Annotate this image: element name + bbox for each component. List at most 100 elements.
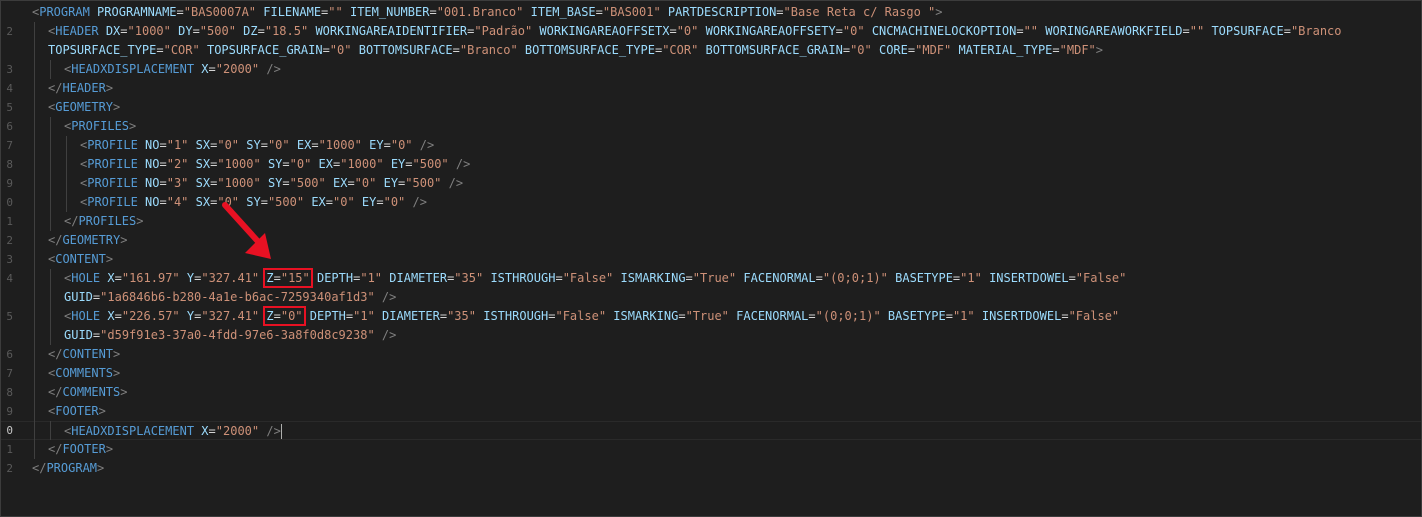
attribute-name: NO: [145, 157, 160, 171]
indent-guide: [50, 60, 51, 79]
code-line[interactable]: <PROFILE NO="2" SX="1000" SY="0" EX="100…: [32, 155, 470, 174]
indent-guide: [50, 421, 51, 440]
code-line[interactable]: </COMMENTS>: [32, 383, 127, 402]
line-number: 5: [6, 310, 13, 323]
code-text: =: [322, 43, 330, 57]
tag-name: COMMENTS: [62, 385, 121, 399]
tag-name: HEADXDISPLACEMENT: [71, 424, 195, 438]
code-text: =: [347, 176, 355, 190]
tag-name: PROFILE: [87, 138, 138, 152]
attribute-name: EY: [383, 176, 399, 190]
line-number: 2: [6, 234, 13, 247]
indent-guide: [50, 269, 51, 345]
tag-name: PROGRAM: [39, 5, 90, 19]
attribute-value: "1": [353, 309, 375, 323]
code-line[interactable]: <FOOTER>: [32, 402, 106, 421]
attribute-name: TOPSURFACE: [1211, 24, 1284, 38]
code-line[interactable]: <HEADXDISPLACEMENT X="2000" />: [1, 421, 1421, 440]
code-line[interactable]: <HEADXDISPLACEMENT X="2000" />: [32, 60, 281, 79]
code-line[interactable]: <COMMENTS>: [32, 364, 120, 383]
attribute-name: SX: [195, 195, 211, 209]
code-line[interactable]: TOPSURFACE_TYPE="COR" TOPSURFACE_GRAIN="…: [32, 41, 1103, 60]
tag-delimiter: </: [32, 461, 47, 475]
tag-name: HOLE: [71, 309, 101, 323]
code-text: =: [383, 138, 391, 152]
attribute-value: "COR": [163, 43, 200, 57]
code-text: =: [595, 5, 603, 19]
attribute-name: SY: [267, 157, 283, 171]
attribute-name: Z: [266, 271, 274, 285]
line-number: 7: [6, 139, 13, 152]
tag-delimiter: </: [48, 347, 63, 361]
tag-delimiter: </: [48, 81, 63, 95]
attribute-value: "1000": [127, 24, 171, 38]
code-line[interactable]: </PROFILES>: [32, 212, 143, 231]
indent-guide: [50, 117, 51, 231]
code-line[interactable]: <PROFILE NO="1" SX="0" SY="0" EX="1000" …: [32, 136, 434, 155]
attribute-name: WORKINGAREAIDENTIFIER: [315, 24, 468, 38]
tag-delimiter: </: [48, 442, 63, 456]
attribute-value: "(0;0;1)": [822, 271, 888, 285]
attribute-value: "d59f91e3-37a0-4fdd-97e6-3a8f0d8c9238": [100, 328, 375, 342]
attribute-value: "1000": [217, 176, 261, 190]
code-line[interactable]: <HOLE X="226.57" Y="327.41" Z="0" DEPTH=…: [32, 306, 1119, 326]
tag-delimiter: >: [105, 442, 114, 456]
attribute-value: "BAS001": [602, 5, 661, 19]
code-line[interactable]: <HOLE X="161.97" Y="327.41" Z="15" DEPTH…: [32, 268, 1126, 288]
code-line[interactable]: GUID="d59f91e3-37a0-4fdd-97e6-3a8f0d8c92…: [32, 326, 396, 345]
tag-delimiter: />: [381, 290, 397, 304]
attribute-name: SX: [195, 176, 211, 190]
code-editor[interactable]: 234567890123456789012 <PROGRAM PROGRAMNA…: [0, 0, 1422, 517]
attribute-value: "0": [333, 195, 355, 209]
code-line[interactable]: </PROGRAM>: [32, 459, 104, 478]
code-line[interactable]: </HEADER>: [32, 79, 113, 98]
attribute-name: SX: [195, 157, 211, 171]
tag-delimiter: >: [98, 404, 106, 418]
tag-delimiter: >: [1095, 43, 1103, 57]
code-text: =: [1068, 271, 1076, 285]
attribute-value: "Padrão": [474, 24, 533, 38]
code-line[interactable]: <GEOMETRY>: [32, 98, 120, 117]
code-text: =: [176, 5, 184, 19]
code-line[interactable]: <PROFILE NO="3" SX="1000" SY="500" EX="0…: [32, 174, 463, 193]
code-text: =: [1052, 43, 1060, 57]
attribute-name: X: [201, 62, 209, 76]
code-line[interactable]: <PROGRAM PROGRAMNAME="BAS0007A" FILENAME…: [32, 3, 942, 22]
attribute-value: "35": [447, 309, 476, 323]
code-line[interactable]: </CONTENT>: [32, 345, 120, 364]
tag-name: PROFILE: [87, 176, 138, 190]
code-line[interactable]: <CONTENT>: [32, 250, 113, 269]
attribute-name: SY: [267, 176, 283, 190]
tag-delimiter: </: [64, 214, 79, 228]
tag-name: HOLE: [71, 271, 101, 285]
highlight-box: Z="0": [263, 306, 306, 326]
code-line[interactable]: <PROFILES>: [32, 117, 136, 136]
line-number: 7: [6, 367, 13, 380]
code-text: =: [842, 43, 851, 57]
code-line[interactable]: </FOOTER>: [32, 440, 113, 459]
code-line[interactable]: </GEOMETRY>: [32, 231, 127, 250]
attribute-value: "18.5": [264, 24, 309, 38]
attribute-name: CORE: [878, 43, 908, 57]
line-number: 6: [6, 120, 13, 133]
attribute-value: "0": [267, 138, 290, 152]
attribute-value: "1a6846b6-b280-4a1e-b6ac-7259340af1d3": [100, 290, 375, 304]
attribute-value: "2": [166, 157, 189, 171]
code-line[interactable]: <HEADER DX="1000" DY="500" DZ="18.5" WOR…: [32, 22, 1342, 41]
tag-name: PROFILE: [87, 157, 138, 171]
attribute-name: DEPTH: [316, 271, 354, 285]
tag-name: PROFILES: [71, 119, 130, 133]
tag-name: PROFILES: [78, 214, 137, 228]
code-line[interactable]: GUID="1a6846b6-b280-4a1e-b6ac-7259340af1…: [32, 288, 396, 307]
